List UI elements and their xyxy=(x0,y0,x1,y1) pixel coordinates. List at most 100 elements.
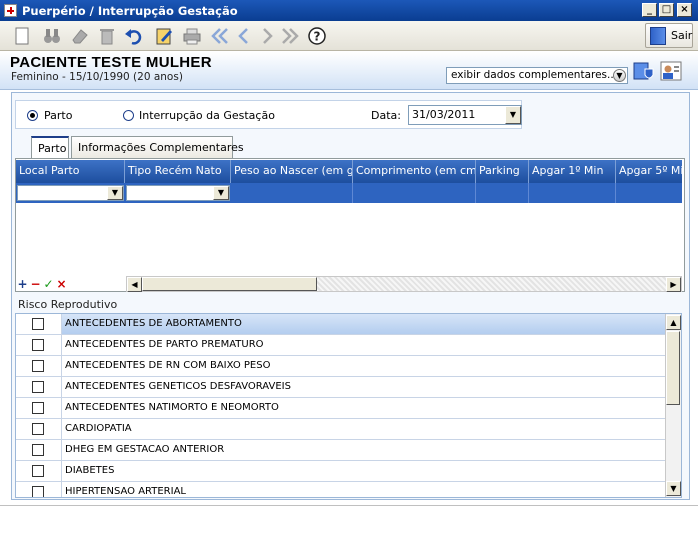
scroll-up-icon[interactable]: ▲ xyxy=(666,315,681,330)
cancel-row-icon[interactable]: × xyxy=(55,278,68,291)
previous-record-icon[interactable] xyxy=(232,24,256,48)
risk-checkbox[interactable] xyxy=(32,339,44,351)
list-item[interactable]: ANTECEDENTES DE PARTO PREMATURO xyxy=(16,335,666,356)
patient-name: PACIENTE TESTE MULHER xyxy=(10,54,212,71)
horizontal-scroll-thumb[interactable] xyxy=(142,277,317,291)
risk-item-label: HIPERTENSAO ARTERIAL xyxy=(61,482,666,497)
last-record-icon[interactable] xyxy=(278,24,302,48)
parking-cell[interactable] xyxy=(476,183,529,203)
local-parto-select[interactable]: ▼ xyxy=(17,185,124,201)
comprimento-cell[interactable] xyxy=(353,183,476,203)
radio-parto[interactable] xyxy=(27,110,38,121)
risk-checkbox[interactable] xyxy=(32,360,44,372)
date-field[interactable]: 31/03/2011 ▼ xyxy=(408,105,522,125)
eraser-icon[interactable] xyxy=(68,24,92,48)
risk-item-label: ANTECEDENTES GENETICOS DESFAVORAVEIS xyxy=(61,377,666,397)
risk-item-label: DHEG EM GESTACAO ANTERIOR xyxy=(61,440,666,460)
new-document-icon[interactable] xyxy=(10,24,34,48)
remove-row-icon[interactable]: − xyxy=(29,278,42,291)
radio-parto-label[interactable]: Parto xyxy=(44,109,72,122)
extra-data-label: exibir dados complementares... xyxy=(451,69,618,81)
tipo-recem-nato-select[interactable]: ▼ xyxy=(126,185,230,201)
trash-icon[interactable] xyxy=(95,24,119,48)
window-title: Puerpério / Interrupção Gestação xyxy=(22,4,238,18)
date-label: Data: xyxy=(371,109,401,122)
list-item[interactable]: DHEG EM GESTACAO ANTERIOR xyxy=(16,440,666,461)
add-row-icon[interactable]: + xyxy=(16,278,29,291)
risk-checkbox[interactable] xyxy=(32,465,44,477)
list-item[interactable]: DIABETES xyxy=(16,461,666,482)
chevron-down-icon: ▼ xyxy=(613,69,626,82)
scroll-left-icon[interactable]: ◀ xyxy=(127,277,142,292)
list-item[interactable]: CARDIOPATIA xyxy=(16,419,666,440)
close-button[interactable]: × xyxy=(677,3,692,17)
edit-document-icon[interactable] xyxy=(152,24,176,48)
risk-checkbox[interactable] xyxy=(32,402,44,414)
list-item[interactable]: ANTECEDENTES GENETICOS DESFAVORAVEIS xyxy=(16,377,666,398)
exit-label: Sair xyxy=(671,29,693,42)
date-dropdown-arrow[interactable]: ▼ xyxy=(505,106,521,124)
list-item[interactable]: ANTECEDENTES DE ABORTAMENTO xyxy=(16,314,666,335)
risk-checkbox[interactable] xyxy=(32,423,44,435)
radio-interrupcao[interactable] xyxy=(123,110,134,121)
peso-cell[interactable] xyxy=(231,183,353,203)
status-divider xyxy=(0,505,698,506)
tipo-recem-nato-dropdown-arrow[interactable]: ▼ xyxy=(213,186,229,200)
risk-item-label: ANTECEDENTES NATIMORTO E NEOMORTO xyxy=(61,398,666,418)
risk-item-label: DIABETES xyxy=(61,461,666,481)
grid-row[interactable]: ▼ ▼ xyxy=(16,183,682,203)
radio-interrupcao-label[interactable]: Interrupção da Gestação xyxy=(139,109,275,122)
risk-item-label: ANTECEDENTES DE ABORTAMENTO xyxy=(61,314,666,334)
col-apgar-5[interactable]: Apgar 5º Mi xyxy=(616,160,682,183)
tab-informacoes-complementares[interactable]: Informações Complementares xyxy=(71,136,244,158)
list-item[interactable]: HIPERTENSAO ARTERIAL xyxy=(16,482,666,497)
apgar-1-cell[interactable] xyxy=(529,183,616,203)
col-parking[interactable]: Parking xyxy=(476,160,529,183)
list-item[interactable]: ANTECEDENTES NATIMORTO E NEOMORTO xyxy=(16,398,666,419)
risk-item-label: CARDIOPATIA xyxy=(61,419,666,439)
scroll-down-icon[interactable]: ▼ xyxy=(666,481,681,496)
patient-header: PACIENTE TESTE MULHER Feminino - 15/10/1… xyxy=(0,52,698,90)
first-record-icon[interactable] xyxy=(208,24,232,48)
title-bar[interactable]: Puerpério / Interrupção Gestação _ □ × xyxy=(0,0,698,21)
shield-user-icon[interactable] xyxy=(633,60,655,82)
patient-info: Feminino - 15/10/1990 (20 anos) xyxy=(11,71,183,83)
risk-label: Risco Reprodutivo xyxy=(18,298,118,311)
svg-text:?: ? xyxy=(314,30,321,44)
maximize-button[interactable]: □ xyxy=(659,3,674,17)
risk-checkbox[interactable] xyxy=(32,381,44,393)
col-apgar-1[interactable]: Apgar 1º Min xyxy=(529,160,616,183)
toolbar: ? Sair xyxy=(0,21,698,51)
col-local-parto[interactable]: Local Parto xyxy=(16,160,125,183)
vertical-scroll-thumb[interactable] xyxy=(666,331,680,405)
minimize-button[interactable]: _ xyxy=(642,3,657,17)
col-comprimento[interactable]: Comprimento (em cm xyxy=(353,160,476,183)
tab-parto[interactable]: Parto xyxy=(31,136,69,159)
risk-checkbox[interactable] xyxy=(32,444,44,456)
app-icon xyxy=(4,4,17,17)
delivery-type-group: Parto Interrupção da Gestação Data: 31/0… xyxy=(15,100,522,129)
grid-tools: + − ✓ × xyxy=(16,277,68,291)
scroll-right-icon[interactable]: ▶ xyxy=(666,277,681,292)
user-card-icon[interactable] xyxy=(660,60,682,82)
exit-door-icon xyxy=(650,27,666,45)
risk-checkbox[interactable] xyxy=(32,318,44,330)
binoculars-icon[interactable] xyxy=(40,24,64,48)
local-parto-dropdown-arrow[interactable]: ▼ xyxy=(107,186,123,200)
grid-header: Local Parto Tipo Recém Nato Peso ao Nasc… xyxy=(16,160,682,183)
col-peso-nascer[interactable]: Peso ao Nascer (em g xyxy=(231,160,353,183)
risk-list: ANTECEDENTES DE ABORTAMENTO ANTECEDENTES… xyxy=(15,313,682,498)
risk-item-label: ANTECEDENTES DE RN COM BAIXO PESO xyxy=(61,356,666,376)
date-value: 31/03/2011 xyxy=(412,108,476,121)
list-item[interactable]: ANTECEDENTES DE RN COM BAIXO PESO xyxy=(16,356,666,377)
undo-icon[interactable] xyxy=(122,24,146,48)
help-icon[interactable]: ? xyxy=(305,24,329,48)
risk-checkbox[interactable] xyxy=(32,486,44,497)
extra-data-dropdown[interactable]: exibir dados complementares... ▼ xyxy=(446,67,628,84)
next-record-icon[interactable] xyxy=(255,24,279,48)
exit-button[interactable]: Sair xyxy=(645,23,693,48)
risk-item-label: ANTECEDENTES DE PARTO PREMATURO xyxy=(61,335,666,355)
print-icon[interactable] xyxy=(180,24,204,48)
col-tipo-recem-nato[interactable]: Tipo Recém Nato xyxy=(125,160,231,183)
confirm-row-icon[interactable]: ✓ xyxy=(42,278,55,291)
